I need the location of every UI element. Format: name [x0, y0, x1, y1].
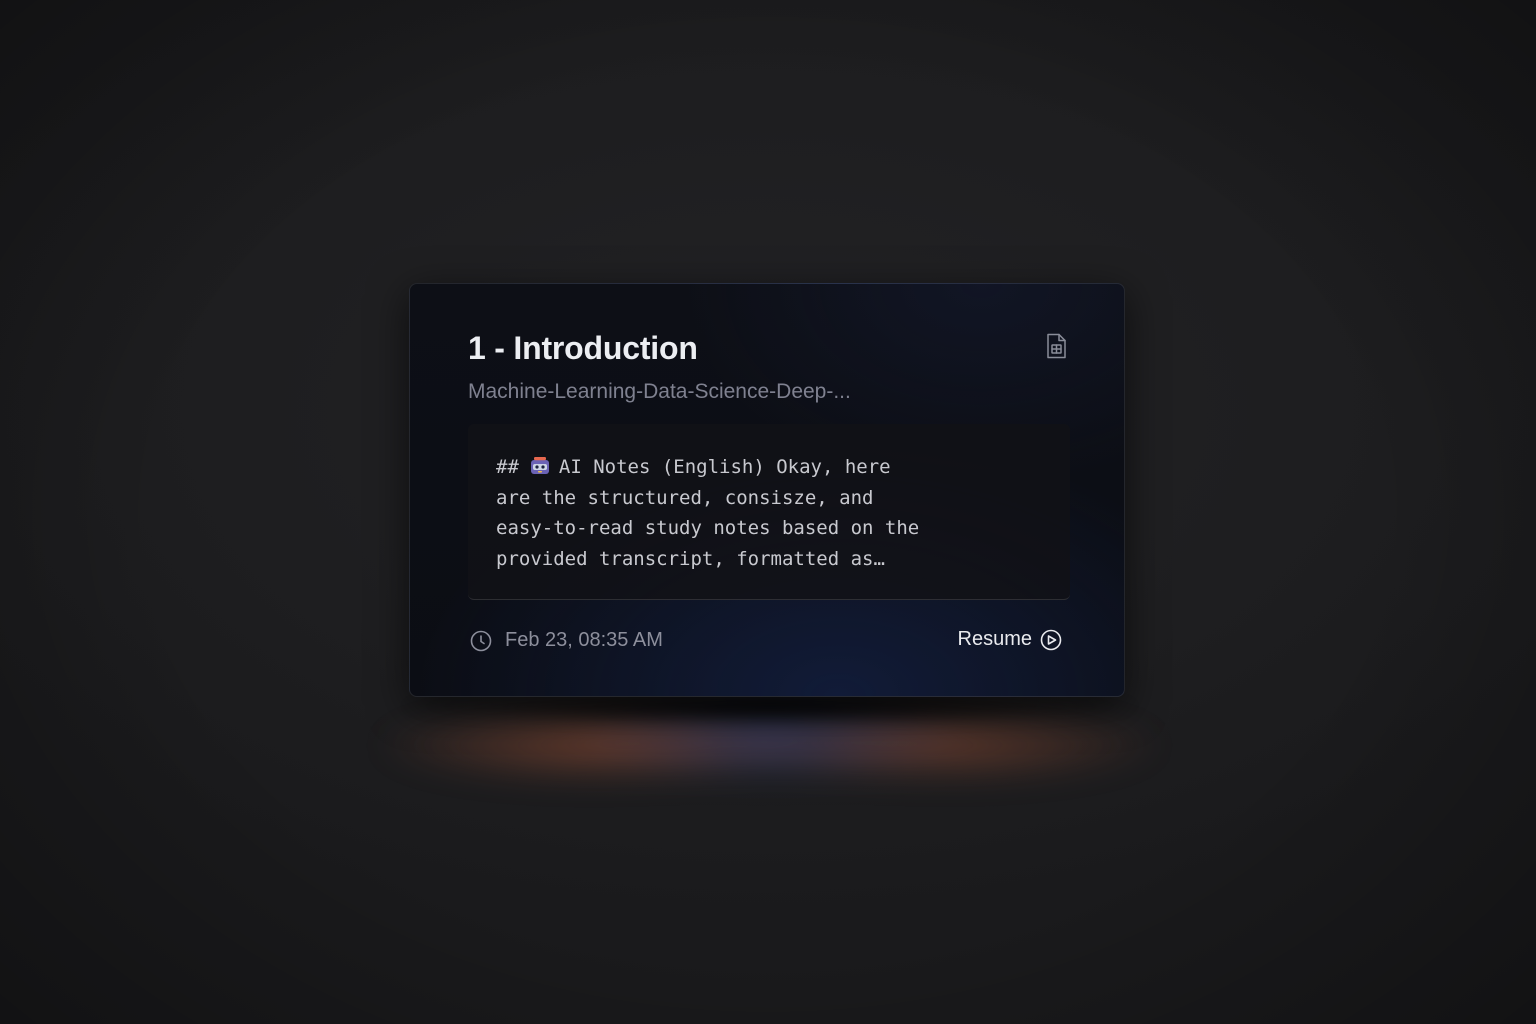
document-icon[interactable] — [1044, 333, 1068, 359]
notes-preview-body: AI Notes (English) Okay, here are the st… — [496, 456, 920, 570]
note-card[interactable]: 1 - Introduction Machine-Learning-Data-S… — [409, 283, 1125, 697]
resume-label: Resume — [957, 628, 1032, 650]
notes-preview-text: ## AI Notes (English) Okay, here are the… — [496, 452, 1042, 574]
resume-button[interactable]: Resume — [958, 628, 1062, 651]
robot-face-icon — [530, 457, 549, 474]
timestamp: Feb 23, 08:35 AM — [505, 629, 663, 651]
card-subtitle: Machine-Learning-Data-Science-Deep-... — [468, 380, 851, 403]
card-title: 1 - Introduction — [468, 330, 698, 366]
card-footer: Feb 23, 08:35 AM Resume — [468, 628, 1068, 656]
play-circle-icon — [1040, 629, 1062, 650]
notes-preview: ## AI Notes (English) Okay, here are the… — [468, 424, 1070, 600]
markdown-heading-marker: ## — [496, 456, 519, 478]
clock-icon — [470, 630, 492, 652]
